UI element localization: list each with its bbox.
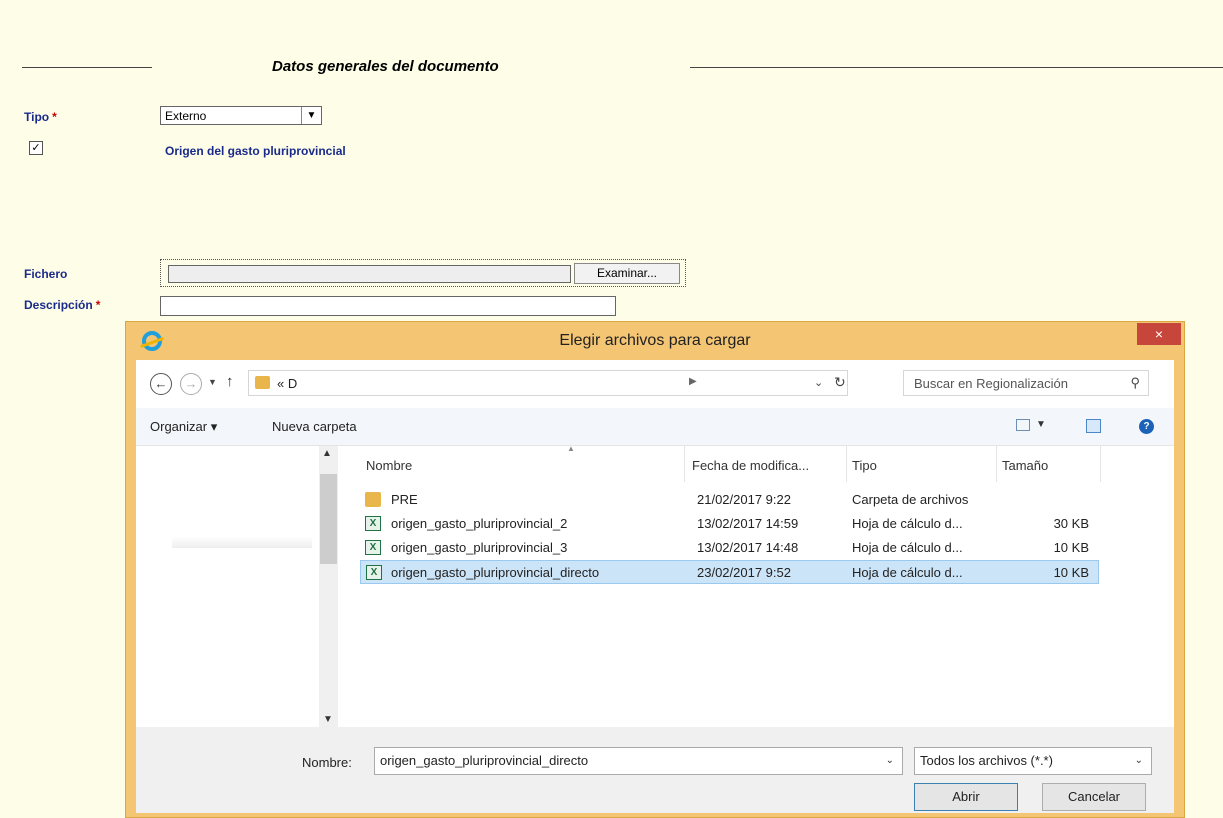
- file-name: origen_gasto_pluriprovincial_3: [391, 540, 568, 555]
- chevron-down-icon[interactable]: ⌄: [886, 755, 894, 766]
- column-divider[interactable]: [846, 446, 847, 482]
- file-name: origen_gasto_pluriprovincial_2: [391, 516, 568, 531]
- preview-pane-icon[interactable]: [1086, 419, 1101, 433]
- section-divider-right: [690, 67, 1223, 68]
- descripcion-input[interactable]: [160, 296, 616, 316]
- column-header-name[interactable]: Nombre: [366, 458, 412, 482]
- scroll-up-icon[interactable]: ▲: [322, 448, 332, 459]
- column-divider[interactable]: [1100, 446, 1101, 482]
- dialog-footer: Nombre: origen_gasto_pluriprovincial_dir…: [136, 727, 1174, 813]
- column-header-date[interactable]: Fecha de modifica...: [692, 458, 809, 482]
- spreadsheet-icon: X: [366, 565, 382, 580]
- help-icon[interactable]: ?: [1139, 419, 1154, 434]
- column-divider[interactable]: [996, 446, 997, 482]
- folder-icon: [255, 376, 270, 389]
- address-path: « D: [277, 376, 298, 391]
- close-button[interactable]: ×: [1137, 323, 1181, 345]
- dialog-titlebar[interactable]: Elegir archivos para cargar ×: [126, 322, 1184, 360]
- dialog-title: Elegir archivos para cargar: [559, 332, 751, 349]
- search-icon: ⚲: [1130, 375, 1140, 390]
- chevron-right-icon[interactable]: ▶: [689, 376, 697, 387]
- filename-value: origen_gasto_pluriprovincial_directo: [380, 753, 589, 768]
- column-header-type[interactable]: Tipo: [852, 458, 877, 482]
- tipo-select[interactable]: Externo ▼: [160, 106, 322, 125]
- file-row-selected[interactable]: X origen_gasto_pluriprovincial_directo 2…: [360, 560, 1099, 584]
- nav-tree-item[interactable]: [172, 536, 312, 548]
- scroll-thumb[interactable]: [320, 474, 337, 564]
- view-options-icon[interactable]: [1016, 419, 1030, 431]
- column-header-size[interactable]: Tamaño: [1002, 458, 1048, 482]
- new-folder-button[interactable]: Nueva carpeta: [272, 419, 357, 434]
- section-title: Datos generales del documento: [272, 58, 499, 75]
- pluriprovincial-checkbox[interactable]: ✓: [29, 141, 43, 155]
- file-row[interactable]: PRE 21/02/2017 9:22 Carpeta de archivos: [360, 488, 1099, 512]
- address-bar-row: ← → ▼ ↑ « D ▶ ⌄ ↻ Buscar en Regionalizac…: [136, 360, 1174, 408]
- address-dropdown-icon[interactable]: ⌄: [814, 376, 823, 389]
- fichero-label: Fichero: [24, 267, 68, 281]
- address-field[interactable]: « D ▶ ⌄ ↻: [248, 370, 848, 396]
- file-type: Carpeta de archivos: [852, 492, 969, 507]
- descripcion-label: Descripción *: [24, 298, 101, 312]
- open-button[interactable]: Abrir: [914, 783, 1018, 811]
- file-date: 13/02/2017 14:59: [697, 516, 799, 531]
- file-type: Hoja de cálculo d...: [852, 540, 963, 555]
- file-date: 13/02/2017 14:48: [697, 540, 799, 555]
- dialog-toolbar: Organizar ▾ Nueva carpeta ▼ ?: [136, 408, 1174, 446]
- recent-locations-chevron-icon[interactable]: ▼: [208, 377, 217, 387]
- pluriprovincial-checkbox-label: Origen del gasto pluriprovincial: [165, 144, 346, 158]
- file-path-input[interactable]: [168, 265, 571, 283]
- folder-icon: [365, 492, 381, 507]
- column-divider[interactable]: [684, 446, 685, 482]
- refresh-icon[interactable]: ↻: [834, 374, 846, 391]
- organize-button[interactable]: Organizar ▾: [150, 419, 217, 435]
- filename-input[interactable]: origen_gasto_pluriprovincial_directo ⌄: [374, 747, 903, 775]
- forward-arrow-icon[interactable]: →: [180, 373, 202, 395]
- browse-button[interactable]: Examinar...: [574, 263, 680, 284]
- file-type-filter-select[interactable]: Todos los archivos (*.*) ⌄: [914, 747, 1152, 775]
- file-size: 10 KB: [1053, 540, 1089, 555]
- dialog-body: ← → ▼ ↑ « D ▶ ⌄ ↻ Buscar en Regionalizac…: [136, 360, 1174, 813]
- file-row[interactable]: X origen_gasto_pluriprovincial_2 13/02/2…: [360, 512, 1099, 536]
- chevron-down-icon: ⌄: [1134, 755, 1143, 766]
- spreadsheet-icon: X: [365, 516, 381, 531]
- file-date: 23/02/2017 9:52: [697, 565, 791, 580]
- tipo-label: Tipo *: [24, 110, 57, 124]
- cancel-button[interactable]: Cancelar: [1042, 783, 1146, 811]
- file-size: 30 KB: [1053, 516, 1089, 531]
- chevron-down-icon[interactable]: ▼: [1036, 419, 1046, 430]
- up-arrow-icon[interactable]: ↑: [226, 373, 234, 390]
- file-row[interactable]: X origen_gasto_pluriprovincial_3 13/02/2…: [360, 536, 1099, 560]
- chevron-down-icon: ▼: [301, 107, 321, 124]
- file-type: Hoja de cálculo d...: [852, 565, 963, 580]
- file-type: Hoja de cálculo d...: [852, 516, 963, 531]
- scroll-down-icon[interactable]: ▼: [323, 714, 333, 725]
- back-arrow-icon[interactable]: ←: [150, 373, 172, 395]
- file-name: PRE: [391, 492, 418, 507]
- file-name: origen_gasto_pluriprovincial_directo: [391, 565, 600, 580]
- spreadsheet-icon: X: [365, 540, 381, 555]
- navigation-pane[interactable]: [136, 446, 338, 727]
- sort-ascending-icon: ▲: [567, 444, 575, 453]
- file-list-header: ▲ Nombre Fecha de modifica... Tipo Tamañ…: [350, 444, 1101, 482]
- file-date: 21/02/2017 9:22: [697, 492, 791, 507]
- tipo-select-value: Externo: [165, 109, 207, 123]
- file-size: 10 KB: [1053, 565, 1089, 580]
- file-open-dialog: Elegir archivos para cargar × ← → ▼ ↑ « …: [125, 321, 1185, 818]
- file-type-filter-value: Todos los archivos (*.*): [920, 753, 1053, 768]
- file-upload-field: Examinar...: [160, 259, 686, 287]
- navigation-scrollbar[interactable]: ▲ ▼: [319, 446, 338, 727]
- filename-label: Nombre:: [302, 755, 352, 770]
- search-input[interactable]: Buscar en Regionalización ⚲: [903, 370, 1149, 396]
- search-placeholder: Buscar en Regionalización: [914, 376, 1068, 391]
- section-divider-left: [22, 67, 152, 68]
